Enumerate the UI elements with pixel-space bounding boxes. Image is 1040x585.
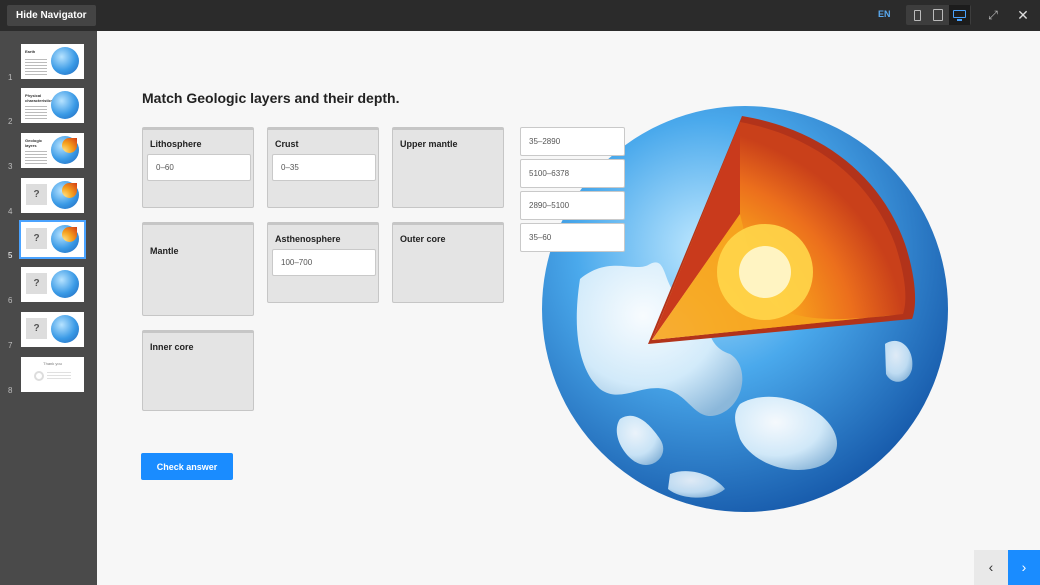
phone-view-button[interactable] [907, 5, 928, 25]
thumb-text-lines [47, 372, 71, 381]
nav-slide-4[interactable]: ? 4 [0, 178, 97, 218]
nav-slide-2[interactable]: Physical characteristics 2 [0, 88, 97, 128]
globe-icon [51, 91, 79, 119]
next-slide-button[interactable]: › [1008, 550, 1040, 585]
dropzone-label: Lithosphere [150, 139, 202, 149]
dropzone-label: Asthenosphere [275, 234, 341, 244]
top-bar: Hide Navigator EN ⤢ ✕ [0, 0, 1040, 31]
desktop-icon [953, 10, 966, 18]
answer-option[interactable]: 35–2890 [520, 127, 625, 156]
question-mark-icon: ? [26, 318, 47, 339]
thumb-text-lines [25, 59, 47, 75]
previous-slide-button[interactable]: ‹ [974, 550, 1008, 585]
dropzone-label: Mantle [150, 246, 179, 256]
slide-thumbnail: Physical characteristics [21, 88, 84, 123]
earth-core-icon [51, 181, 79, 209]
device-switcher [906, 5, 971, 25]
globe-icon [51, 270, 79, 298]
nav-slide-6[interactable]: ? 6 [0, 267, 97, 307]
thumb-text-lines [25, 151, 47, 164]
dropzone-outer-core[interactable]: Outer core [392, 222, 504, 303]
question-mark-icon: ? [26, 228, 47, 249]
dropzone-label: Outer core [400, 234, 446, 244]
slide-thumbnail: Earth [21, 44, 84, 79]
earth-core-icon [51, 225, 79, 253]
slide-thumbnail: ? [21, 267, 84, 302]
placed-answer[interactable]: 100–700 [272, 249, 376, 276]
thumb-title: Thank you [43, 361, 62, 366]
slide-navigator: Earth 1 Physical characteristics 2 Geolo… [0, 31, 97, 585]
question-mark-icon: ? [26, 273, 47, 294]
language-selector[interactable]: EN [878, 9, 891, 19]
dropzone-mantle[interactable]: Mantle [142, 222, 254, 316]
dropzone-label: Inner core [150, 342, 194, 352]
slide-thumbnail: Thank you [21, 357, 84, 392]
slide-thumbnail: ? [21, 178, 84, 213]
question-title: Match Geologic layers and their depth. [142, 90, 400, 106]
check-answer-button[interactable]: Check answer [141, 453, 233, 480]
slide-thumbnail: ? [19, 220, 86, 259]
placed-answer[interactable]: 0–35 [272, 154, 376, 181]
close-icon[interactable]: ✕ [1014, 6, 1032, 24]
globe-icon [51, 47, 79, 75]
dropzone-lithosphere[interactable]: Lithosphere 0–60 [142, 127, 254, 208]
dropzone-label: Upper mantle [400, 139, 458, 149]
thumb-title: Earth [25, 49, 36, 54]
thumb-title: Physical characteristics [25, 93, 54, 103]
dropzone-label: Crust [275, 139, 299, 149]
hide-navigator-button[interactable]: Hide Navigator [7, 5, 96, 26]
slide-number: 5 [8, 251, 13, 260]
slide-number: 6 [8, 296, 13, 305]
desktop-icon-stand [957, 19, 962, 21]
answer-option[interactable]: 5100–6378 [520, 159, 625, 188]
dropzone-asthenosphere[interactable]: Asthenosphere 100–700 [267, 222, 379, 303]
inner-core [739, 246, 791, 298]
earth-core-icon [51, 136, 79, 164]
nav-slide-8[interactable]: Thank you 8 [0, 357, 97, 397]
dropzone-crust[interactable]: Crust 0–35 [267, 127, 379, 208]
phone-icon [914, 10, 921, 21]
slide-thumbnail: Geologic layers [21, 133, 84, 168]
answer-option[interactable]: 35–60 [520, 223, 625, 252]
slide-number: 7 [8, 341, 13, 350]
slide-number: 4 [8, 207, 13, 216]
desktop-view-button[interactable] [949, 5, 970, 25]
slide-number: 2 [8, 117, 13, 126]
placed-answer[interactable]: 0–60 [147, 154, 251, 181]
slide-number: 8 [8, 386, 13, 395]
dropzone-upper-mantle[interactable]: Upper mantle [392, 127, 504, 208]
nav-slide-1[interactable]: Earth 1 [0, 44, 97, 84]
slide-content: Match Geologic layers and their depth. L… [97, 31, 1040, 585]
tablet-icon [933, 9, 943, 21]
score-ring-icon [34, 371, 44, 381]
fullscreen-icon[interactable]: ⤢ [984, 6, 1002, 24]
thumb-text-lines [25, 106, 47, 119]
question-mark-icon: ? [26, 184, 47, 205]
nav-slide-5[interactable]: ? 5 [0, 220, 97, 262]
slide-number: 1 [8, 73, 13, 82]
nav-slide-7[interactable]: ? 7 [0, 312, 97, 352]
dropzone-inner-core[interactable]: Inner core [142, 330, 254, 411]
slide-thumbnail: ? [21, 312, 84, 347]
globe-icon [51, 315, 79, 343]
slide-number: 3 [8, 162, 13, 171]
thumb-title: Geologic layers [25, 138, 43, 148]
nav-slide-3[interactable]: Geologic layers 3 [0, 133, 97, 173]
answer-option[interactable]: 2890–5100 [520, 191, 625, 220]
tablet-view-button[interactable] [928, 5, 949, 25]
